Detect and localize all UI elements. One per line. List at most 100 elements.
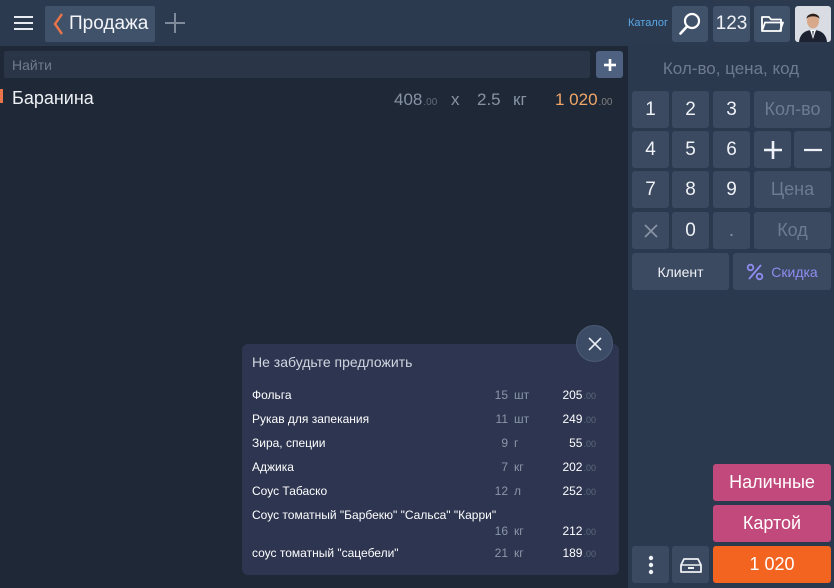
line-product-name: Баранина — [12, 88, 94, 108]
key-8[interactable]: 8 — [672, 171, 709, 208]
counter-button[interactable]: 123 — [713, 6, 750, 42]
client-button[interactable]: Клиент — [632, 253, 729, 290]
suggestion-name: Фольга — [252, 388, 292, 402]
suggestion-price-cents: .00 — [583, 391, 596, 401]
more-vertical-icon — [648, 555, 653, 574]
decrement-button[interactable] — [794, 131, 831, 168]
suggestion-name: Соус Табаско — [252, 484, 328, 498]
key-0[interactable]: 0 — [672, 212, 709, 249]
line-price-cents: .00 — [423, 97, 438, 108]
suggestion-price-value: 189 — [562, 546, 583, 560]
suggestion-name: Соус томатный "Барбекю" "Сальса" "Карри" — [252, 508, 497, 522]
suggestion-row[interactable]: Соус Табаско 12 л 252.00 — [242, 484, 619, 504]
minus-icon — [803, 148, 822, 151]
chevron-left-icon — [53, 13, 63, 35]
line-quantity: 2.5 — [477, 90, 501, 109]
search-icon — [679, 12, 701, 35]
search-input[interactable] — [4, 51, 590, 78]
key-6[interactable]: 6 — [713, 131, 750, 168]
suggestion-price: 55.00 — [552, 436, 596, 450]
suggestion-price-cents: .00 — [583, 463, 596, 473]
key-decimal[interactable]: . — [713, 212, 750, 249]
suggestion-row[interactable]: Рукав для запекания 11 шт 249.00 — [242, 412, 619, 432]
cash-payment-button[interactable]: Наличные — [713, 464, 831, 501]
suggestion-price: 249.00 — [552, 412, 596, 426]
discount-button[interactable]: Скидка — [733, 253, 831, 290]
user-avatar[interactable] — [795, 6, 831, 42]
suggestion-price-value: 202 — [562, 460, 583, 474]
suggestion-price: 212.00 — [552, 524, 596, 538]
line-price: 408.00 — [394, 90, 437, 110]
close-icon — [643, 223, 658, 238]
suggestion-unit: шт — [514, 412, 530, 426]
suggestion-row[interactable]: соус томатный "сацебели" 21 кг 189.00 — [242, 546, 619, 566]
menu-icon[interactable] — [8, 8, 38, 38]
suggestion-row[interactable]: Соус томатный "Барбекю" "Сальса" "Карри"… — [242, 508, 619, 542]
suggestion-price-cents: .00 — [583, 439, 596, 449]
top-bar: Продажа Каталог 123 — [0, 0, 834, 46]
line-multiply-sign: x — [451, 90, 460, 109]
order-line[interactable]: Баранина 408.00 x 2.5 кг 1 020.00 — [0, 86, 624, 112]
pay-total-button[interactable]: 1 020 — [713, 546, 831, 583]
suggestions-title: Не забудьте предложить — [252, 354, 413, 370]
suggestion-unit: кг — [514, 460, 524, 474]
suggestion-price: 202.00 — [552, 460, 596, 474]
cash-drawer-icon — [679, 557, 702, 573]
suggestion-row[interactable]: Фольга 15 шт 205.00 — [242, 388, 619, 408]
folder-icon — [761, 16, 784, 32]
close-suggestions-button[interactable] — [576, 325, 613, 362]
close-icon — [587, 336, 602, 351]
search-field[interactable] — [4, 51, 590, 78]
key-5[interactable]: 5 — [672, 131, 709, 168]
key-4[interactable]: 4 — [632, 131, 669, 168]
line-total-cents: .00 — [598, 97, 613, 108]
plus-icon — [763, 140, 782, 159]
suggestion-price-cents: .00 — [583, 549, 596, 559]
sale-tab[interactable]: Продажа — [45, 6, 155, 42]
increment-button[interactable] — [754, 131, 791, 168]
cash-drawer-button[interactable] — [672, 546, 709, 583]
add-item-button[interactable] — [596, 51, 623, 78]
key-1[interactable]: 1 — [632, 91, 669, 128]
line-total-value: 1 020 — [555, 90, 598, 109]
clear-button[interactable] — [632, 212, 669, 249]
catalog-link[interactable]: Каталог — [628, 17, 668, 29]
more-options-button[interactable] — [632, 546, 669, 583]
suggestion-price-cents: .00 — [583, 527, 596, 537]
suggestion-unit: шт — [514, 388, 530, 402]
folder-button[interactable] — [754, 6, 790, 42]
add-tab-icon[interactable] — [163, 10, 187, 36]
suggestion-name: Зира, специи — [252, 436, 326, 450]
suggestion-unit: кг — [514, 546, 524, 560]
suggestion-qty: 15 — [494, 388, 508, 402]
plus-icon — [603, 58, 616, 71]
suggestion-price-value: 205 — [562, 388, 583, 402]
suggestion-price: 252.00 — [552, 484, 596, 498]
suggestion-qty: 16 — [494, 524, 508, 538]
suggestion-qty: 7 — [501, 460, 508, 474]
line-selection-marker — [0, 89, 3, 103]
line-price-value: 408 — [394, 90, 423, 109]
line-unit: кг — [513, 90, 527, 109]
sale-tab-label: Продажа — [69, 13, 149, 34]
key-9[interactable]: 9 — [713, 171, 750, 208]
suggestions-popup: Не забудьте предложить Фольга 15 шт 205.… — [242, 344, 619, 575]
quantity-key[interactable]: Кол-во — [754, 91, 831, 128]
suggestion-price: 189.00 — [552, 546, 596, 560]
key-7[interactable]: 7 — [632, 171, 669, 208]
code-key[interactable]: Код — [754, 212, 831, 249]
suggestion-row[interactable]: Зира, специи 9 г 55.00 — [242, 436, 619, 456]
suggestion-unit: кг — [514, 524, 524, 538]
suggestion-price-cents: .00 — [583, 415, 596, 425]
price-key[interactable]: Цена — [754, 171, 831, 208]
suggestion-price-cents: .00 — [583, 487, 596, 497]
card-payment-button[interactable]: Картой — [713, 505, 831, 542]
key-2[interactable]: 2 — [672, 91, 709, 128]
suggestion-row[interactable]: Аджика 7 кг 202.00 — [242, 460, 619, 480]
key-3[interactable]: 3 — [713, 91, 750, 128]
search-button[interactable] — [672, 6, 708, 42]
suggestion-name: Аджика — [252, 460, 294, 474]
keypad-display[interactable]: Кол-во, цена, код — [632, 52, 830, 86]
suggestion-price-value: 249 — [562, 412, 583, 426]
suggestion-price-value: 252 — [562, 484, 583, 498]
